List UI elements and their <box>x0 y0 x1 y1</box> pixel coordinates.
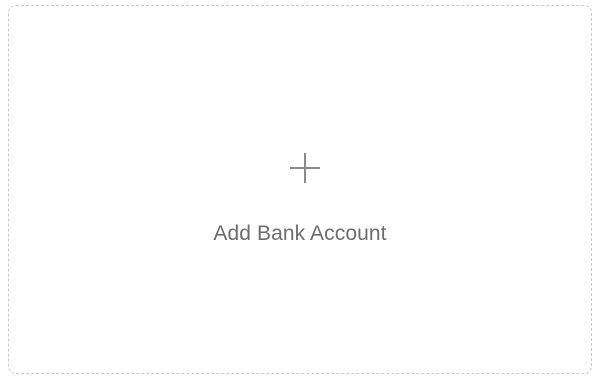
plus-icon <box>288 151 322 185</box>
add-bank-account-card[interactable]: Add Bank Account <box>8 5 592 374</box>
add-bank-account-label: Add Bank Account <box>213 222 387 245</box>
